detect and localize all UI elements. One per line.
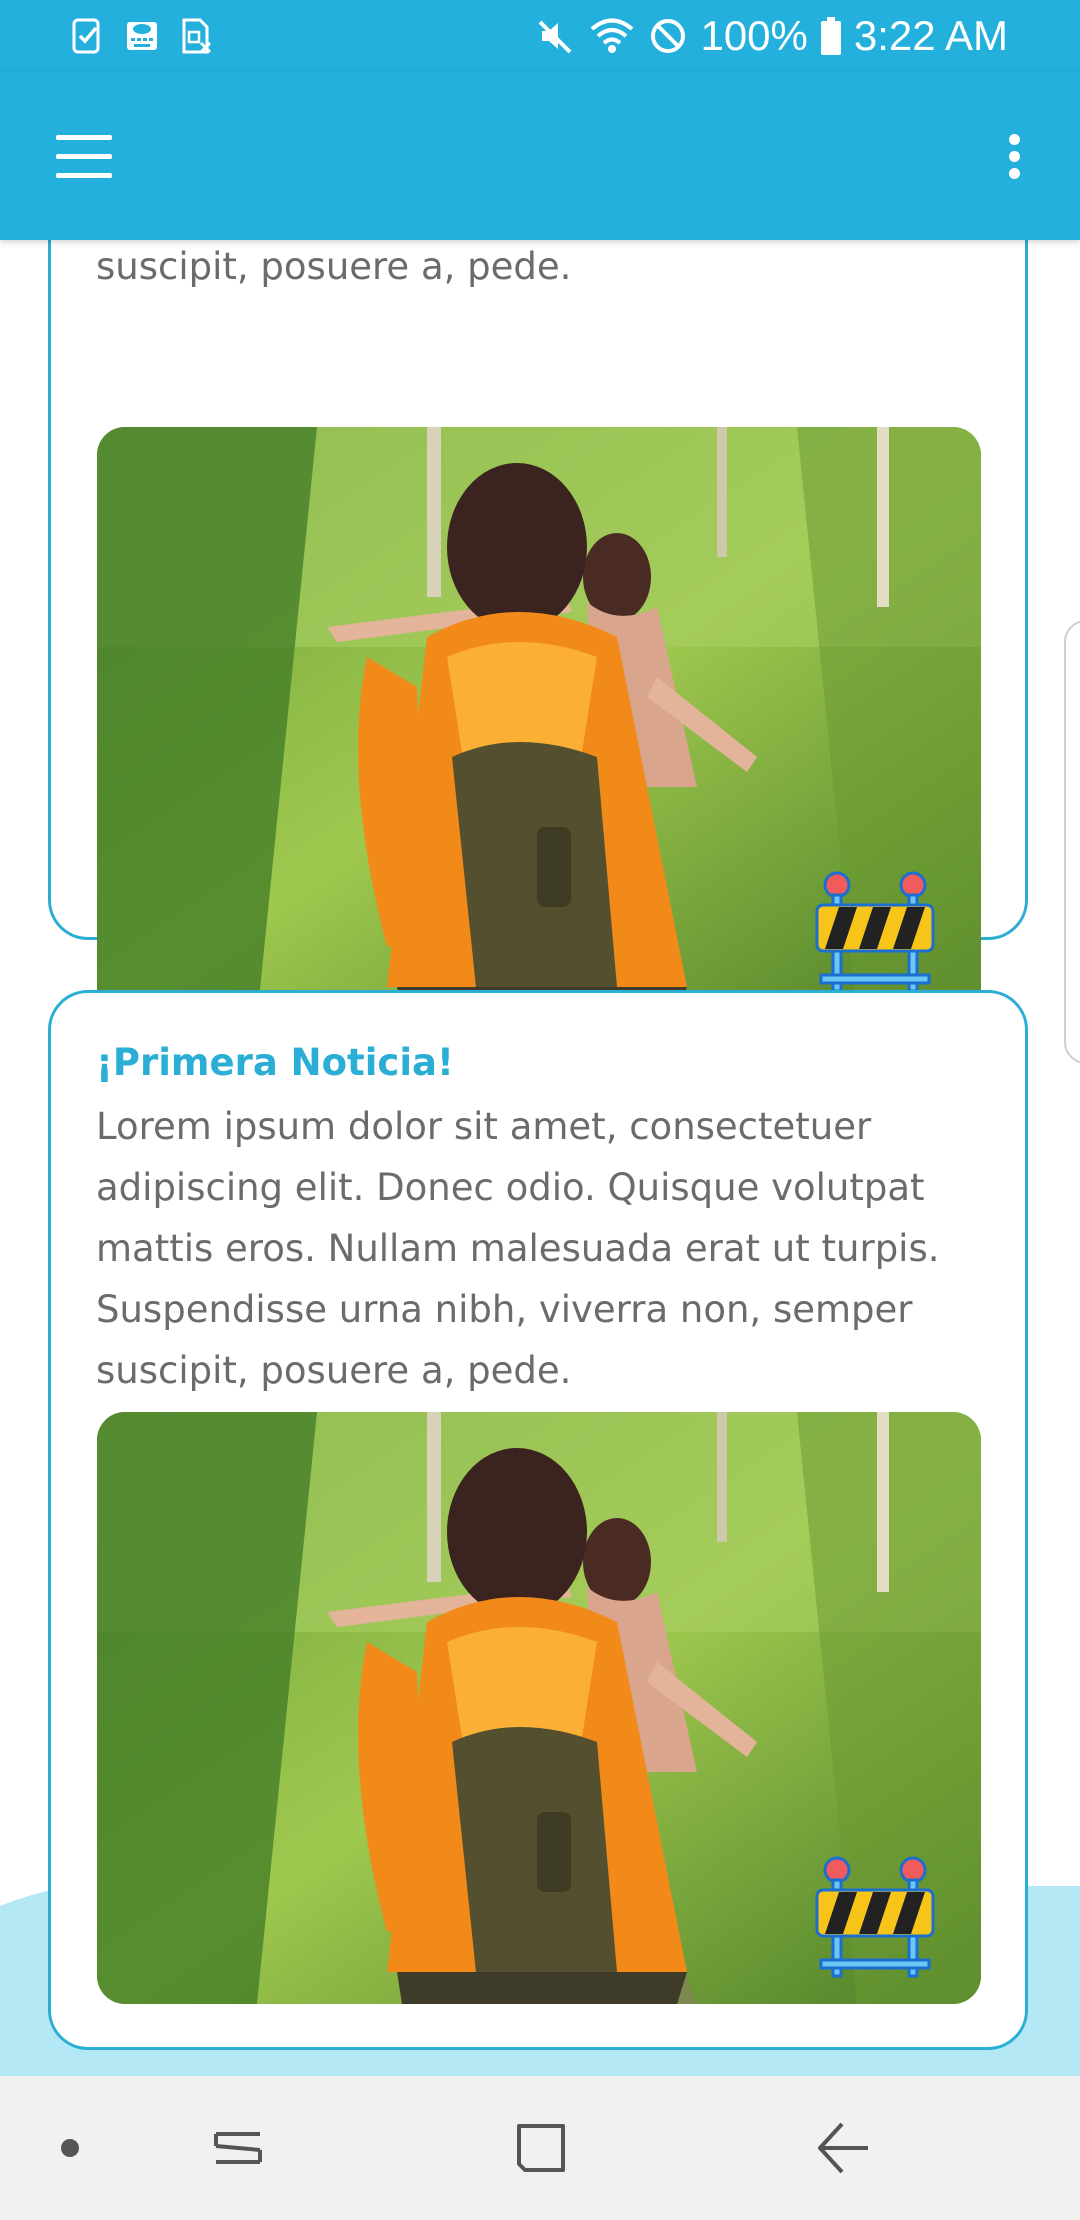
card-body: Lorem ipsum dolor sit amet, consectetuer… (96, 1105, 940, 1392)
recents-icon[interactable] (202, 2112, 274, 2184)
app-bar (0, 72, 1080, 240)
navigation-bar (0, 2076, 1080, 2220)
dot-icon[interactable] (34, 2112, 106, 2184)
hikers-photo (97, 1412, 981, 2004)
news-card[interactable]: suscipit, posuere a, pede. (48, 240, 1028, 1019)
home-icon[interactable] (505, 2112, 577, 2184)
battery-icon (820, 16, 842, 56)
card-title: ¡Primera Noticia! (96, 1041, 454, 1084)
back-icon[interactable] (808, 2112, 880, 2184)
battery-percent: 100% (700, 12, 808, 59)
system-status: 100% 3:22 AM (536, 10, 1008, 62)
hikers-photo (97, 427, 981, 1019)
mute-icon (536, 16, 576, 56)
hamburger-menu-icon[interactable] (40, 118, 126, 194)
no-disturb-icon (648, 16, 688, 56)
more-vertical-icon[interactable] (978, 118, 1050, 194)
task-check-icon (72, 18, 104, 54)
card-body: suscipit, posuere a, pede. (96, 245, 572, 288)
notification-icons (72, 18, 212, 54)
edge-panel-handle[interactable] (1064, 620, 1080, 1064)
news-card[interactable]: ¡Primera Noticia! Lorem ipsum dolor sit … (48, 990, 1028, 2050)
status-bar: 100% 3:22 AM (0, 0, 1080, 72)
construction-barrier-icon (813, 1850, 937, 1980)
clock: 3:22 AM (853, 12, 1008, 59)
news-feed[interactable]: suscipit, posuere a, pede. ¡Primera Noti… (0, 240, 1080, 2076)
sim-card-icon (180, 18, 212, 54)
cloud-keyboard-icon (126, 18, 158, 54)
construction-barrier-icon (813, 865, 937, 995)
wifi-icon (588, 16, 636, 56)
